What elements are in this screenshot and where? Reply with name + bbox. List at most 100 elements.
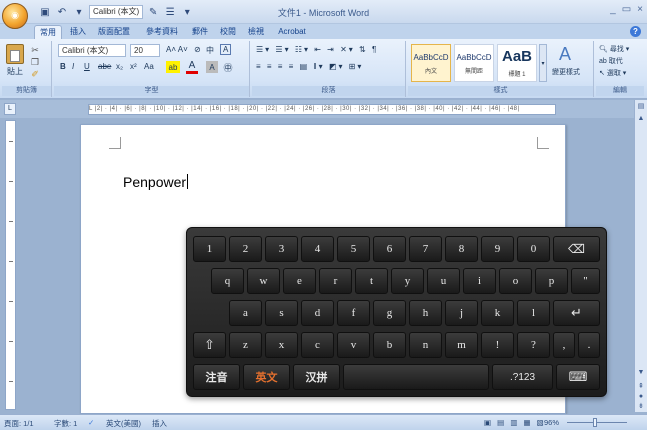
tab-mailings[interactable]: 郵件 <box>188 25 212 39</box>
paste-icon[interactable] <box>6 44 24 64</box>
key-j[interactable]: j <box>445 300 478 326</box>
key-exclamation[interactable]: ! <box>481 332 514 358</box>
align-buttons-icon[interactable]: ≡ ≡ ≡ ≡ ▤ ‖▾ ◩▾ ⊞▾ <box>256 62 363 71</box>
key-n[interactable]: n <box>409 332 442 358</box>
style-normal[interactable]: AaBbCcD 內文 <box>411 44 451 82</box>
number-symbol-key[interactable]: .?123 <box>492 364 553 390</box>
key-quote[interactable]: " <box>571 268 600 294</box>
change-styles-icon[interactable]: A <box>554 44 576 64</box>
key-3[interactable]: 3 <box>265 236 298 262</box>
key-8[interactable]: 8 <box>445 236 478 262</box>
key-2[interactable]: 2 <box>229 236 262 262</box>
key-e[interactable]: e <box>283 268 316 294</box>
key-c[interactable]: c <box>301 332 334 358</box>
key-question[interactable]: ? <box>517 332 550 358</box>
style-heading1[interactable]: AaB 標題 1 <box>497 44 537 82</box>
font-size-box[interactable]: 20 <box>130 44 160 57</box>
ruler-toggle-icon[interactable]: ▤ <box>636 102 646 112</box>
grow-font-icon[interactable]: A˄ A˅ <box>166 45 188 54</box>
select-button[interactable]: ↖ 選取 ▾ <box>599 68 626 78</box>
language-status[interactable]: 英文(美國) <box>106 418 141 429</box>
bold-button[interactable]: B <box>60 62 66 71</box>
styles-scroll-icon[interactable]: ▾ <box>539 44 547 82</box>
maximize-button[interactable]: ▭ <box>622 4 631 15</box>
font-color-icon[interactable]: A <box>186 60 198 74</box>
underline-button[interactable]: U <box>84 62 90 71</box>
find-button[interactable]: 🔍︎ 尋找 ▾ <box>599 44 629 54</box>
tab-acrobat[interactable]: Acrobat <box>272 25 312 39</box>
key-v[interactable]: v <box>337 332 370 358</box>
key-t[interactable]: t <box>355 268 388 294</box>
key-h[interactable]: h <box>409 300 442 326</box>
scroll-up-icon[interactable]: ▲ <box>636 114 646 124</box>
browse-object-icon[interactable]: ● <box>636 392 646 402</box>
key-p[interactable]: p <box>535 268 568 294</box>
minimize-button[interactable]: _ <box>610 4 616 15</box>
key-r[interactable]: r <box>319 268 352 294</box>
pinyin-key[interactable]: 汉拼 <box>293 364 340 390</box>
key-5[interactable]: 5 <box>337 236 370 262</box>
key-6[interactable]: 6 <box>373 236 406 262</box>
clear-format-icon[interactable]: ⊘ <box>194 45 201 54</box>
key-w[interactable]: w <box>247 268 280 294</box>
paste-label[interactable]: 貼上 <box>7 66 23 77</box>
word-count[interactable]: 字數: 1 <box>54 418 77 429</box>
key-o[interactable]: o <box>499 268 532 294</box>
key-q[interactable]: q <box>211 268 244 294</box>
shift-icon[interactable]: ⇧ <box>193 332 226 358</box>
replace-button[interactable]: ab 取代 <box>599 56 623 66</box>
format-painter-icon[interactable]: ✐ <box>30 69 40 79</box>
key-u[interactable]: u <box>427 268 460 294</box>
superscript-button[interactable]: x² <box>130 62 137 71</box>
key-z[interactable]: z <box>229 332 262 358</box>
proofing-icon[interactable]: ✓ <box>88 418 94 427</box>
zoom-slider-handle[interactable] <box>593 418 597 427</box>
tab-insert[interactable]: 插入 <box>66 25 90 39</box>
enclose-char-icon[interactable]: ㊥ <box>222 61 234 73</box>
italic-button[interactable]: I <box>72 62 74 71</box>
vertical-scrollbar[interactable]: ▤ ▲ ▼ ⇞ ● ⇟ <box>634 100 647 412</box>
key-k[interactable]: k <box>481 300 514 326</box>
vertical-ruler[interactable] <box>5 120 16 410</box>
change-case-button[interactable]: Aa <box>144 62 154 71</box>
highlight-icon[interactable]: ab <box>166 61 180 73</box>
font-name-box[interactable]: Calibri (本文) <box>58 44 126 57</box>
key-x[interactable]: x <box>265 332 298 358</box>
strikethrough-button[interactable]: abe <box>98 62 111 71</box>
keyboard-hide-icon[interactable]: ⌨ <box>556 364 600 390</box>
next-page-icon[interactable]: ⇟ <box>636 402 646 412</box>
character-border-icon[interactable]: A <box>220 44 232 55</box>
key-9[interactable]: 9 <box>481 236 514 262</box>
space-key[interactable] <box>343 364 489 390</box>
subscript-button[interactable]: x₂ <box>116 62 123 71</box>
page-count[interactable]: 頁面: 1/1 <box>4 418 34 429</box>
key-1[interactable]: 1 <box>193 236 226 262</box>
document-body[interactable]: Penpower <box>123 174 189 190</box>
help-icon[interactable]: ? <box>630 26 641 37</box>
tab-home[interactable]: 常用 <box>34 25 62 39</box>
key-period[interactable]: . <box>578 332 600 358</box>
tab-review[interactable]: 校閱 <box>216 25 240 39</box>
copy-icon[interactable]: ❐ <box>30 57 40 67</box>
style-no-spacing[interactable]: AaBbCcD 無間距 <box>454 44 494 82</box>
key-comma[interactable]: , <box>553 332 575 358</box>
insert-mode[interactable]: 插入 <box>152 418 167 429</box>
prev-page-icon[interactable]: ⇞ <box>636 382 646 392</box>
key-0[interactable]: 0 <box>517 236 550 262</box>
key-f[interactable]: f <box>337 300 370 326</box>
english-key[interactable]: 英文 <box>243 364 290 390</box>
enter-icon[interactable]: ↵ <box>553 300 600 326</box>
zoom-level[interactable]: 96% <box>544 418 559 427</box>
key-l[interactable]: l <box>517 300 550 326</box>
key-g[interactable]: g <box>373 300 406 326</box>
key-m[interactable]: m <box>445 332 478 358</box>
close-button[interactable]: × <box>637 4 643 15</box>
zoom-slider[interactable] <box>567 422 627 423</box>
scroll-down-icon[interactable]: ▼ <box>636 368 646 378</box>
change-styles-label[interactable]: 變更樣式 <box>552 67 580 77</box>
office-button[interactable]: ◉ <box>2 3 28 29</box>
key-i[interactable]: i <box>463 268 496 294</box>
tab-selector-icon[interactable]: L <box>4 103 16 115</box>
zhuyin-key[interactable]: 注音 <box>193 364 240 390</box>
phonetic-icon[interactable]: 中 <box>206 45 214 56</box>
